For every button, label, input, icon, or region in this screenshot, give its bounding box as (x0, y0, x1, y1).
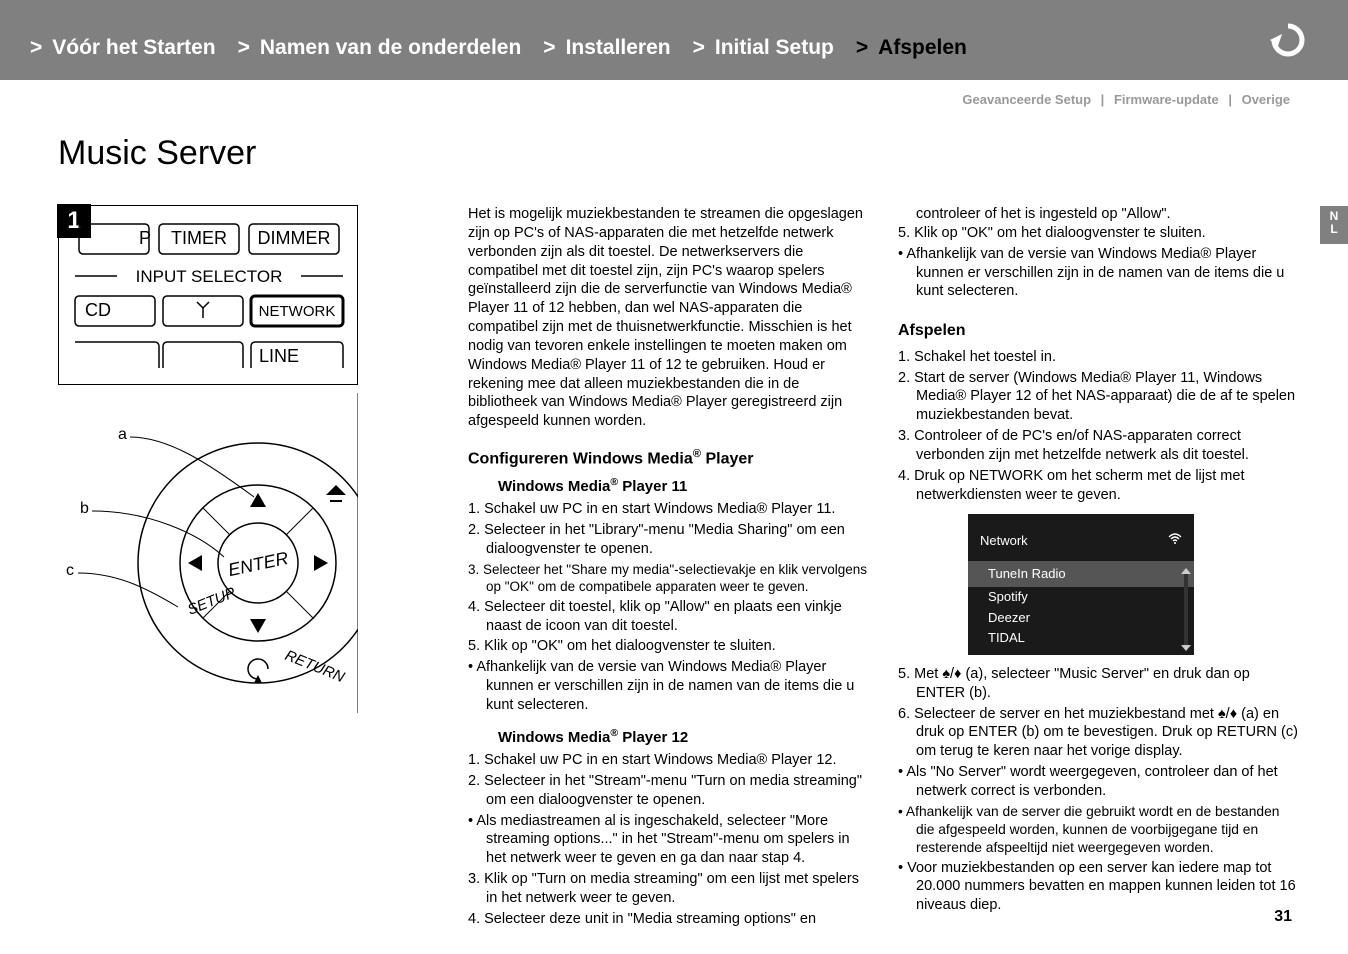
wmp11-note1: Afhankelijk van de versie van Windows Me… (468, 658, 868, 715)
wmp12-step5r: 5. Klik op "OK" om het dialoogvenster te… (898, 224, 1298, 243)
svg-text:DIMMER: DIMMER (258, 228, 331, 248)
svg-text:b: b (80, 500, 89, 517)
crumb-initial-setup[interactable]: >Initial Setup (693, 36, 834, 60)
networkbox-item-spotify[interactable]: Spotify (968, 587, 1194, 608)
wmp12-step1: 1. Schakel uw PC in en start Windows Med… (468, 751, 868, 770)
wmp11-step1: 1. Schakel uw PC in en start Windows Med… (468, 500, 868, 519)
af-step1: 1. Schakel het toestel in. (898, 348, 1298, 367)
svg-text:a: a (118, 426, 127, 443)
svg-text:CD: CD (85, 300, 111, 320)
heading-config-wmp: Configureren Windows Media® Player (468, 447, 868, 470)
af-step3: 3. Controleer of de PC's en/of NAS-appar… (898, 427, 1298, 465)
remote-nav-diagram: ENTER SETUP RETURN a b c (58, 393, 358, 713)
network-list-box: Network TuneIn Radio Spotify Deezer TIDA… (968, 514, 1194, 655)
af-step2: 2. Start de server (Windows Media® Playe… (898, 369, 1298, 426)
heading-wmp11: Windows Media® Player 11 (468, 476, 868, 496)
svg-text:LINE: LINE (259, 346, 299, 366)
top-bar: >Vóór het Starten >Namen van de onderdel… (0, 0, 1348, 80)
af-note2: Afhankelijk van de server die gebruikt w… (898, 803, 1298, 857)
right-column: controleer of het is ingesteld op "Allow… (898, 205, 1298, 931)
networkbox-item-deezer[interactable]: Deezer (968, 608, 1194, 629)
wmp12-notes-right: Afhankelijk van de versie van Windows Me… (898, 245, 1298, 302)
sublink-geavanceerde-setup[interactable]: Geavanceerde Setup (962, 92, 1091, 107)
wmp11-step4: 4. Selecteer dit toestel, klik op "Allow… (468, 598, 868, 636)
crumb-afspelen[interactable]: >Afspelen (856, 36, 967, 60)
networkbox-selected[interactable]: TuneIn Radio (968, 562, 1194, 587)
heading-afspelen: Afspelen (898, 321, 1298, 341)
wmp12-step4: 4. Selecteer deze unit in "Media streami… (468, 910, 868, 929)
networkbox-scrollbar[interactable] (1184, 570, 1188, 649)
wifi-icon (1168, 533, 1182, 550)
wmp12-note-right: Afhankelijk van de versie van Windows Me… (898, 245, 1298, 302)
afspelen-steps-2: 5. Met ♠/♦ (a), selecteer "Music Server"… (898, 665, 1298, 761)
wmp12-note-a: Als mediastreamen al is ingeschakeld, se… (468, 812, 868, 869)
wmp12-cont: controleer of het is ingesteld op "Allow… (898, 205, 1298, 224)
svg-text:ENTER: ENTER (226, 548, 290, 580)
af-step5: 5. Met ♠/♦ (a), selecteer "Music Server"… (898, 665, 1298, 703)
svg-text:TIMER: TIMER (171, 228, 227, 248)
sub-links: Geavanceerde Setup | Firmware-update | O… (962, 92, 1290, 107)
back-icon[interactable] (1264, 16, 1312, 69)
wmp12-steps: 1. Schakel uw PC in en start Windows Med… (468, 751, 868, 810)
af-step6: 6. Selecteer de server en het muziekbest… (898, 705, 1298, 762)
wmp12-step2: 2. Selecteer in het "Stream"-menu "Turn … (468, 772, 868, 810)
af-step4: 4. Druk op NETWORK om het scherm met de … (898, 467, 1298, 505)
networkbox-title: Network (980, 533, 1028, 550)
wmp12-step3: 3. Klik op "Turn on media streaming" om … (468, 870, 868, 908)
wmp12-bullet-a: Als mediastreamen al is ingeschakeld, se… (468, 812, 868, 869)
crumb-voor-het-starten[interactable]: >Vóór het Starten (30, 36, 216, 60)
wmp12-steps-right: 5. Klik op "OK" om het dialoogvenster te… (898, 224, 1298, 243)
crumb-installeren[interactable]: >Installeren (543, 36, 670, 60)
svg-text:INPUT SELECTOR: INPUT SELECTOR (136, 267, 283, 286)
btn-p-label: P (139, 228, 151, 248)
remote-top-diagram: 1 P TIMER DIMMER INPUT SELECTOR CD NE (58, 205, 358, 385)
diagram-column: 1 P TIMER DIMMER INPUT SELECTOR CD NE (58, 205, 438, 931)
intro-text: Het is mogelijk muziekbestanden te strea… (468, 205, 868, 431)
svg-text:SETUP: SETUP (185, 584, 238, 618)
language-tab[interactable]: NL (1320, 206, 1348, 244)
networkbox-item-tidal[interactable]: TIDAL (968, 628, 1194, 655)
af-note1: Als "No Server" wordt weergegeven, contr… (898, 763, 1298, 801)
wmp11-step5: 5. Klik op "OK" om het dialoogvenster te… (468, 637, 868, 656)
heading-wmp12: Windows Media® Player 12 (468, 727, 868, 747)
crumb-namen-van-de-onderdelen[interactable]: >Namen van de onderdelen (238, 36, 522, 60)
wmp11-step2: 2. Selecteer in het "Library"-menu "Medi… (468, 521, 868, 559)
page-number: 31 (1274, 908, 1292, 926)
page-title: Music Server (58, 134, 256, 173)
wmp11-notes: Afhankelijk van de versie van Windows Me… (468, 658, 868, 715)
svg-text:NETWORK: NETWORK (259, 303, 336, 320)
breadcrumbs: >Vóór het Starten >Namen van de onderdel… (0, 36, 1348, 60)
svg-text:c: c (66, 562, 74, 579)
afspelen-notes: Als "No Server" wordt weergegeven, contr… (898, 763, 1298, 915)
wmp11-steps: 1. Schakel uw PC in en start Windows Med… (468, 500, 868, 656)
afspelen-steps: 1. Schakel het toestel in. 2. Start de s… (898, 348, 1298, 505)
sublink-firmware-update[interactable]: Firmware-update (1114, 92, 1219, 107)
sublink-overige[interactable]: Overige (1242, 92, 1290, 107)
wmp12-steps-cont: 3. Klik op "Turn on media streaming" om … (468, 870, 868, 929)
middle-column: Het is mogelijk muziekbestanden te strea… (468, 205, 868, 931)
wmp11-step3: 3. Selecteer het "Share my media"-select… (468, 561, 868, 596)
af-note3: Voor muziekbestanden op een server kan i… (898, 859, 1298, 916)
